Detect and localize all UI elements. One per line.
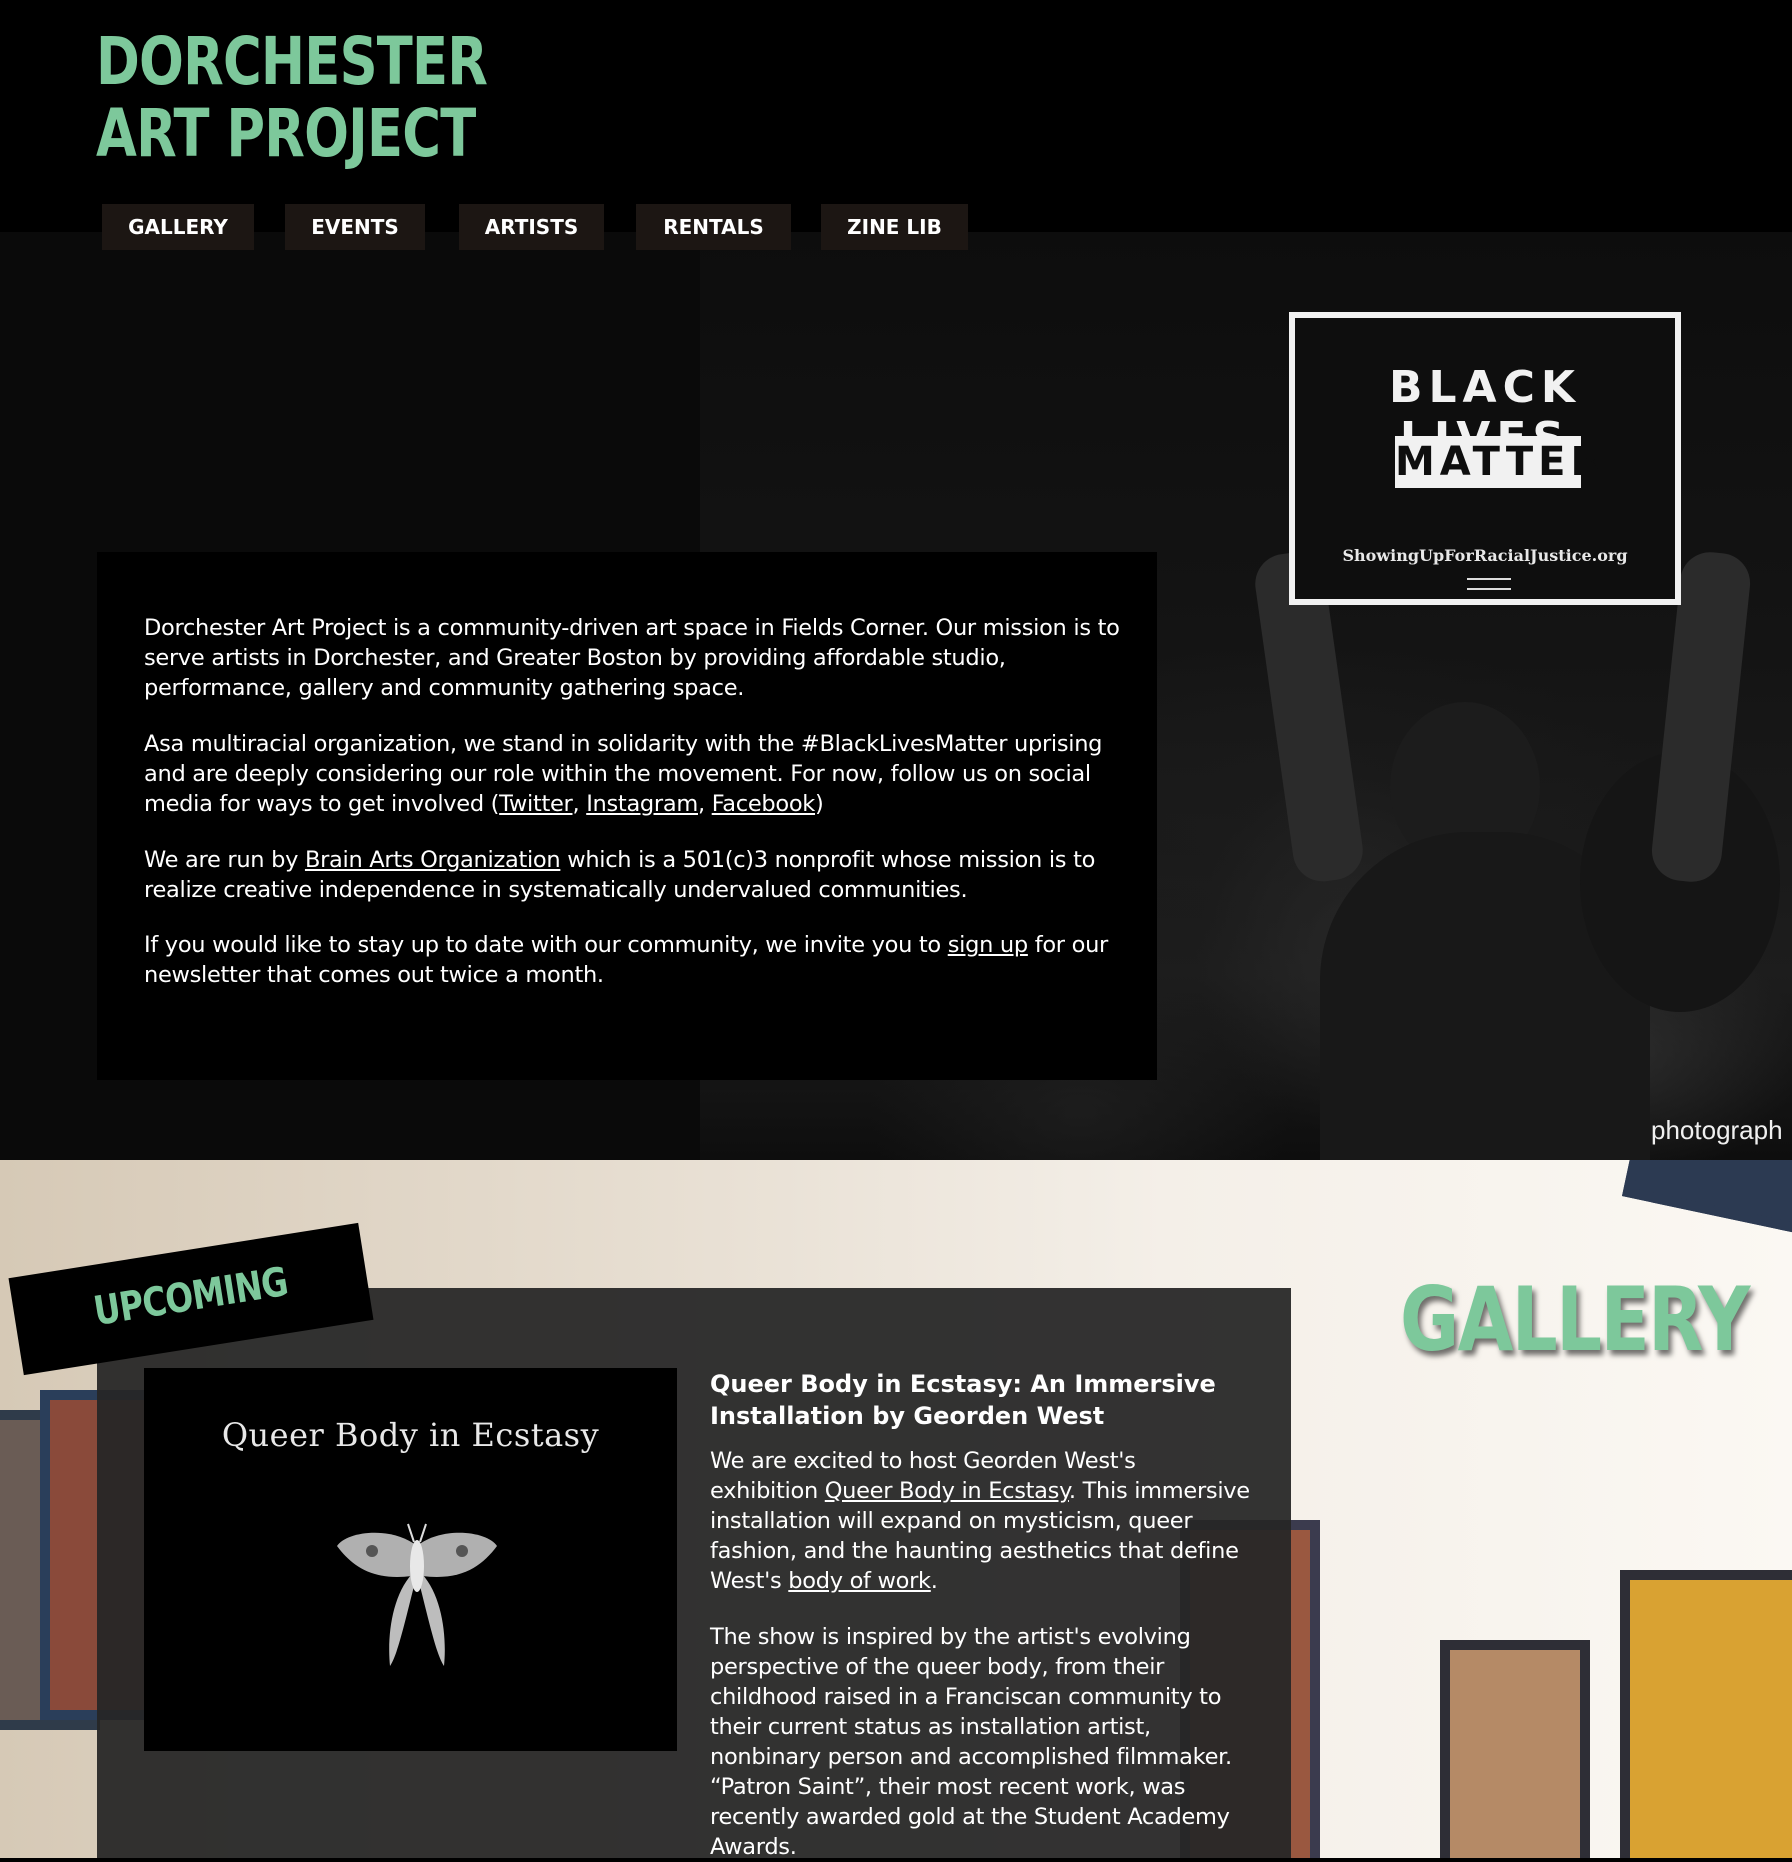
event-description-2: The show is inspired by the artist's evo… — [710, 1624, 1232, 1860]
intro-box: Dorchester Art Project is a community-dr… — [97, 552, 1157, 1080]
moth-icon — [337, 1523, 497, 1666]
exhibition-link[interactable]: Queer Body in Ecstasy — [825, 1478, 1069, 1504]
instagram-link[interactable]: Instagram — [586, 791, 698, 817]
protest-sign: BLACK LIVES MATTER ShowingUpForRacialJus… — [1289, 312, 1681, 605]
nav-events[interactable]: EVENTS — [285, 204, 425, 250]
solidarity-paragraph: Asa multiracial organization, we stand i… — [144, 729, 1124, 819]
logo-line: ART PROJECT — [96, 95, 476, 172]
facebook-link[interactable]: Facebook — [712, 791, 816, 817]
text: , — [572, 791, 587, 817]
nav-rentals[interactable]: RENTALS — [636, 204, 791, 250]
sign-logo-icon — [1467, 578, 1511, 590]
nav-artists[interactable]: ARTISTS — [459, 204, 604, 250]
mission-paragraph: Dorchester Art Project is a community-dr… — [144, 615, 1120, 701]
text: We are run by — [144, 847, 305, 873]
logo-line: DORCHESTER — [96, 23, 488, 100]
event-poster-image[interactable]: Queer Body in Ecstasy — [144, 1368, 677, 1751]
photo-credit: photograph — [1651, 1115, 1783, 1145]
sign-up-link[interactable]: sign up — [948, 932, 1028, 958]
sign-url: ShowingUpForRacialJustice.org — [1342, 546, 1628, 565]
body-of-work-link[interactable]: body of work — [788, 1568, 931, 1594]
artwork-frame — [1622, 1160, 1792, 1242]
nav-zine-lib[interactable]: ZINE LIB — [821, 204, 968, 250]
upcoming-label: UPCOMING — [90, 1259, 291, 1336]
organization-paragraph: We are run by Brain Arts Organization wh… — [144, 845, 1124, 905]
nav-gallery[interactable]: GALLERY — [102, 204, 254, 250]
site-logo[interactable]: DORCHESTER ART PROJECT — [96, 23, 488, 172]
artwork-frame — [1620, 1570, 1792, 1858]
hero-section: BLACK LIVES MATTER ShowingUpForRacialJus… — [0, 0, 1792, 1160]
artwork-frame — [1440, 1640, 1590, 1858]
event-description: We are excited to host Georden West's ex… — [710, 1446, 1250, 1596]
sign-text: MATTER — [1395, 436, 1601, 488]
text: ) — [815, 791, 824, 817]
event-title: Queer Body in Ecstasy: An Immersive Inst… — [710, 1370, 1216, 1430]
text: If you would like to stay up to date wit… — [144, 932, 948, 958]
gallery-heading: GALLERY — [1400, 1268, 1750, 1371]
poster-title: Queer Body in Ecstasy — [221, 1416, 600, 1454]
newsletter-paragraph: If you would like to stay up to date wit… — [144, 930, 1124, 990]
text: . — [930, 1568, 938, 1594]
brain-arts-link[interactable]: Brain Arts Organization — [305, 847, 561, 873]
text: , — [697, 791, 712, 817]
twitter-link[interactable]: Twitter — [499, 791, 573, 817]
event-details: Queer Body in Ecstasy: An Immersive Inst… — [710, 1368, 1250, 1862]
